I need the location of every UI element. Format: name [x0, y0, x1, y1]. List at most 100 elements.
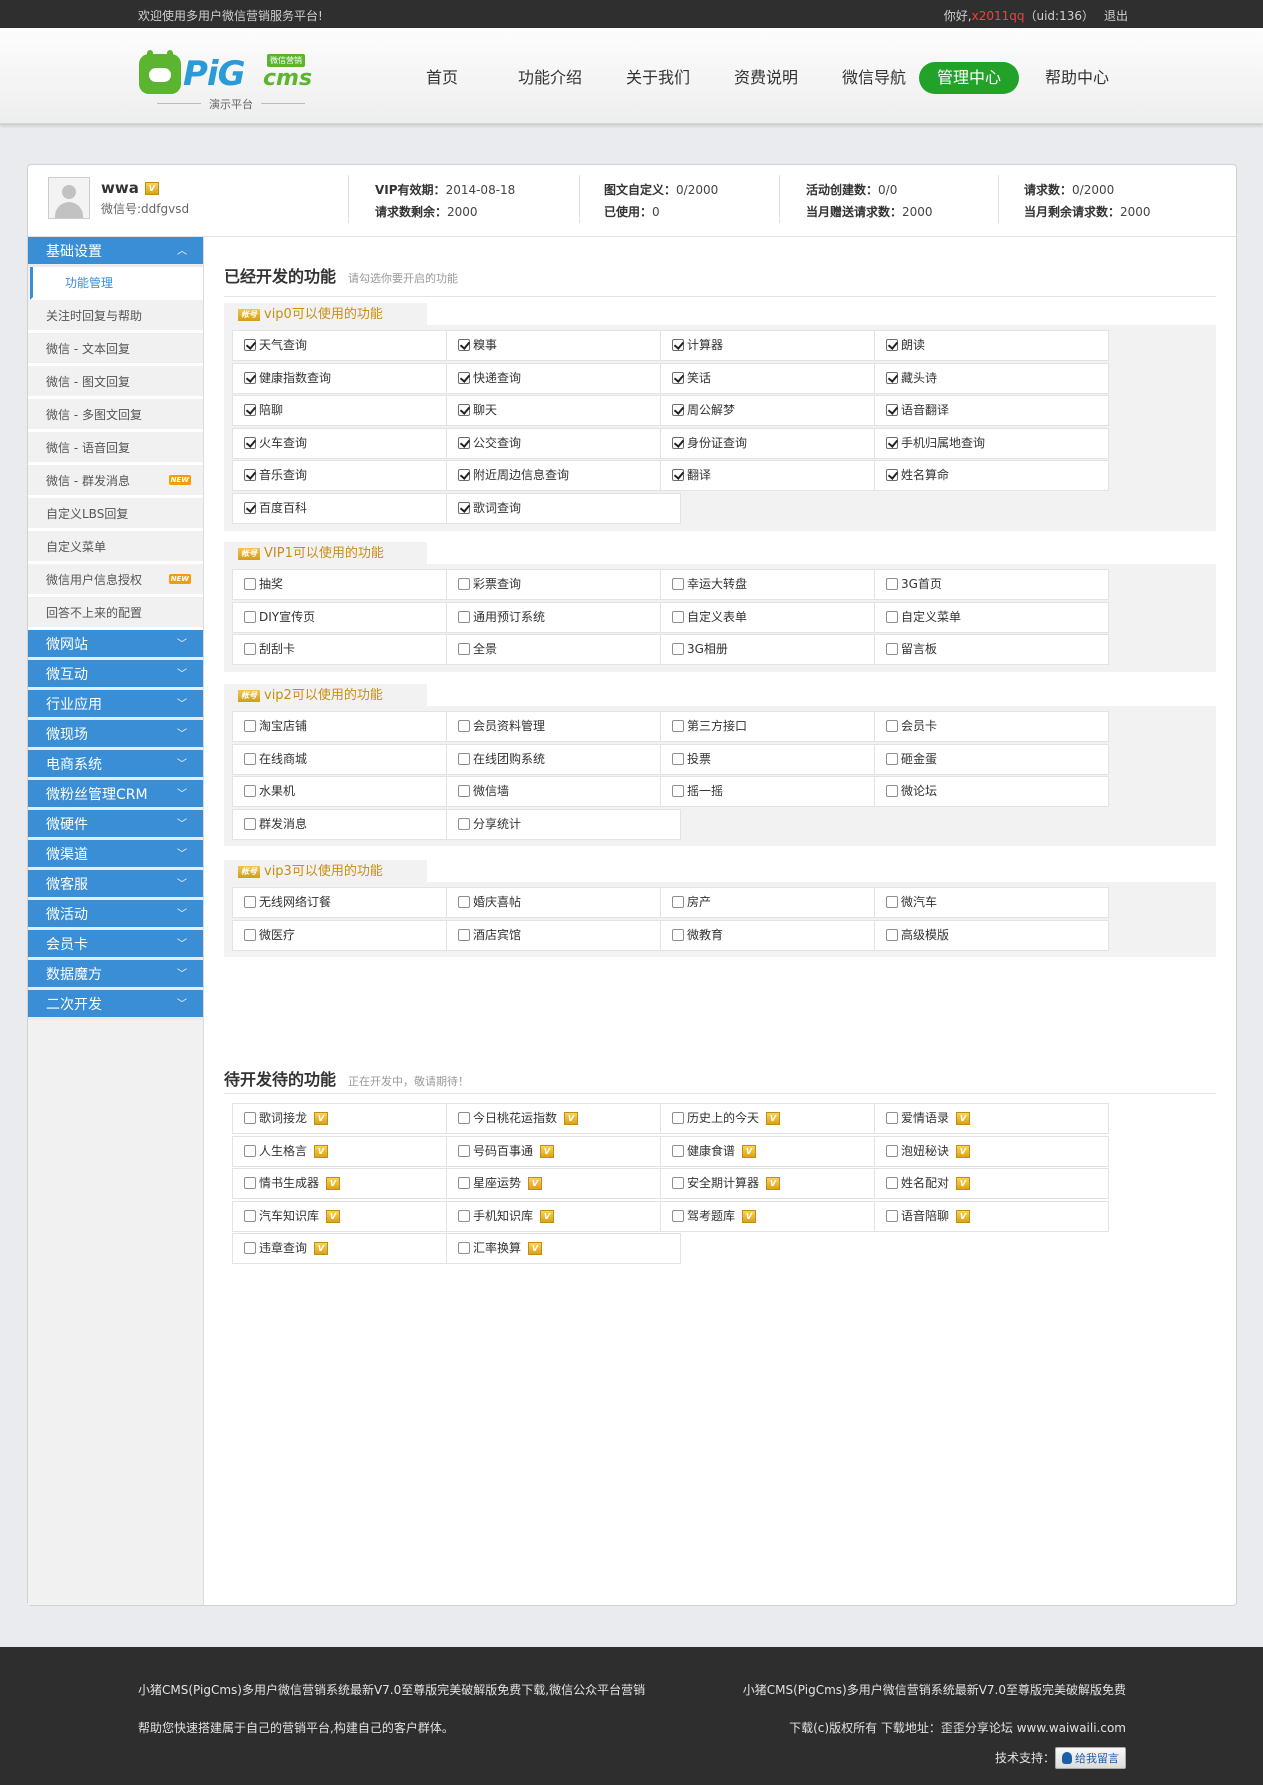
- feature-option[interactable]: 计算器: [660, 330, 895, 361]
- sidebar-section[interactable]: 二次开发 ﹀: [28, 990, 203, 1020]
- feature-option[interactable]: 在线商城: [232, 743, 467, 775]
- feature-checkbox[interactable]: [672, 578, 684, 590]
- feature-option[interactable]: 房产: [660, 887, 895, 918]
- feature-option[interactable]: 翻译: [660, 460, 895, 492]
- sidebar-section[interactable]: 电商系统 ﹀: [28, 750, 203, 780]
- feature-option[interactable]: 天气查询: [232, 330, 467, 361]
- sidebar-item[interactable]: 自定义菜单: [28, 531, 203, 564]
- feature-checkbox[interactable]: [244, 896, 256, 908]
- feature-checkbox[interactable]: [458, 502, 470, 514]
- feature-option[interactable]: 幸运大转盘: [660, 569, 895, 600]
- feature-checkbox[interactable]: [244, 785, 256, 798]
- feature-checkbox[interactable]: [458, 1112, 470, 1124]
- sidebar-item[interactable]: 自定义LBS回复: [28, 498, 203, 531]
- feature-option[interactable]: 抽奖: [232, 569, 467, 600]
- sidebar-item-function-manage[interactable]: 功能管理: [30, 267, 203, 300]
- feature-checkbox[interactable]: [672, 1112, 684, 1124]
- feature-option[interactable]: 快递查询: [446, 362, 681, 394]
- feature-option[interactable]: 砸金蛋: [874, 743, 1109, 775]
- feature-option[interactable]: 通用预订系统: [446, 601, 681, 633]
- feature-checkbox[interactable]: [886, 1209, 898, 1222]
- sidebar-section[interactable]: 微网站 ﹀: [28, 630, 203, 660]
- feature-option[interactable]: 历史上的今天 V: [660, 1103, 895, 1134]
- feature-checkbox[interactable]: [886, 436, 898, 449]
- sidebar-section[interactable]: 微粉丝管理CRM ﹀: [28, 780, 203, 810]
- feature-option[interactable]: 手机归属地查询: [874, 427, 1109, 459]
- feature-option[interactable]: 周公解梦: [660, 395, 895, 427]
- sidebar-section[interactable]: 微渠道 ﹀: [28, 840, 203, 870]
- feature-checkbox[interactable]: [672, 928, 684, 941]
- feature-option[interactable]: 微信墙: [446, 776, 681, 808]
- feature-checkbox[interactable]: [886, 1112, 898, 1124]
- sidebar-item[interactable]: 关注时回复与帮助: [28, 300, 203, 333]
- feature-option[interactable]: 朗读: [874, 330, 1109, 361]
- feature-checkbox[interactable]: [458, 1144, 470, 1157]
- sidebar-section[interactable]: 微互动 ﹀: [28, 660, 203, 690]
- feature-option[interactable]: 自定义菜单: [874, 601, 1109, 633]
- feature-option[interactable]: 姓名配对 V: [874, 1168, 1109, 1200]
- feature-option[interactable]: 手机知识库 V: [446, 1200, 681, 1232]
- feature-checkbox[interactable]: [672, 436, 684, 449]
- feature-checkbox[interactable]: [886, 643, 898, 656]
- feature-checkbox[interactable]: [458, 469, 470, 482]
- feature-option[interactable]: DIY宣传页: [232, 601, 467, 633]
- feature-option[interactable]: 笑话: [660, 362, 895, 394]
- feature-checkbox[interactable]: [244, 1242, 256, 1255]
- feature-option[interactable]: 驾考题库 V: [660, 1200, 895, 1232]
- feature-option[interactable]: 水果机: [232, 776, 467, 808]
- feature-checkbox[interactable]: [458, 1177, 470, 1190]
- feature-checkbox[interactable]: [886, 339, 898, 351]
- feature-option[interactable]: 自定义表单: [660, 601, 895, 633]
- feature-checkbox[interactable]: [244, 610, 256, 623]
- feature-option[interactable]: 第三方接口: [660, 711, 895, 742]
- feature-option[interactable]: 全景: [446, 634, 681, 666]
- feature-option[interactable]: 投票: [660, 743, 895, 775]
- leave-message-button[interactable]: 给我留言: [1055, 1747, 1126, 1769]
- feature-checkbox[interactable]: [244, 469, 256, 482]
- feature-option[interactable]: 刮刮卡: [232, 634, 467, 666]
- feature-checkbox[interactable]: [672, 643, 684, 656]
- feature-checkbox[interactable]: [886, 578, 898, 590]
- sidebar-item[interactable]: 回答不上来的配置: [28, 597, 203, 630]
- feature-option[interactable]: 会员卡: [874, 711, 1109, 742]
- feature-checkbox[interactable]: [672, 752, 684, 765]
- feature-checkbox[interactable]: [244, 928, 256, 941]
- feature-option[interactable]: 今日桃花运指数 V: [446, 1103, 681, 1134]
- sidebar-section[interactable]: 微硬件 ﹀: [28, 810, 203, 840]
- feature-option[interactable]: 微汽车: [874, 887, 1109, 918]
- feature-option[interactable]: 摇一摇: [660, 776, 895, 808]
- feature-checkbox[interactable]: [672, 1144, 684, 1157]
- sidebar-section[interactable]: 微现场 ﹀: [28, 720, 203, 750]
- feature-option[interactable]: 微论坛: [874, 776, 1109, 808]
- nav-help[interactable]: 帮助中心: [1027, 62, 1127, 94]
- sidebar-section[interactable]: 微客服 ﹀: [28, 870, 203, 900]
- nav-home[interactable]: 首页: [392, 62, 492, 94]
- feature-checkbox[interactable]: [244, 720, 256, 732]
- sidebar-section[interactable]: 会员卡 ﹀: [28, 930, 203, 960]
- feature-checkbox[interactable]: [458, 404, 470, 417]
- feature-option[interactable]: 糗事: [446, 330, 681, 361]
- feature-option[interactable]: 聊天: [446, 395, 681, 427]
- feature-checkbox[interactable]: [458, 785, 470, 798]
- sidebar-section-basic[interactable]: 基础设置 ︿: [28, 237, 203, 267]
- feature-option[interactable]: 微教育: [660, 919, 895, 951]
- feature-option[interactable]: 会员资料管理: [446, 711, 681, 742]
- feature-option[interactable]: 歌词查询: [446, 493, 681, 524]
- feature-checkbox[interactable]: [458, 339, 470, 351]
- feature-checkbox[interactable]: [886, 720, 898, 732]
- nav-about[interactable]: 关于我们: [608, 62, 708, 94]
- feature-checkbox[interactable]: [458, 1242, 470, 1255]
- feature-checkbox[interactable]: [886, 1144, 898, 1157]
- feature-checkbox[interactable]: [886, 469, 898, 482]
- logo[interactable]: PiG 微信营销 cms 演示平台: [139, 50, 329, 111]
- feature-option[interactable]: 酒店宾馆: [446, 919, 681, 951]
- feature-checkbox[interactable]: [244, 436, 256, 449]
- nav-features[interactable]: 功能介绍: [500, 62, 600, 94]
- nav-wechat-guide[interactable]: 微信导航: [824, 62, 924, 94]
- feature-option[interactable]: 情书生成器 V: [232, 1168, 467, 1200]
- feature-checkbox[interactable]: [244, 1209, 256, 1222]
- feature-option[interactable]: 公交查询: [446, 427, 681, 459]
- feature-checkbox[interactable]: [458, 643, 470, 656]
- feature-option[interactable]: 3G相册: [660, 634, 895, 666]
- feature-checkbox[interactable]: [458, 896, 470, 908]
